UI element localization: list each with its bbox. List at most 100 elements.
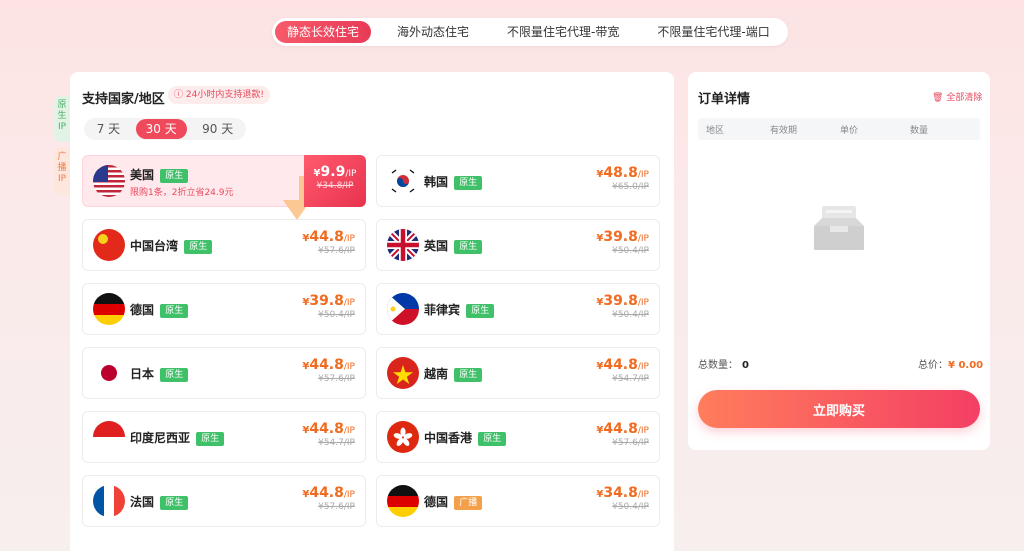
buy-now-button[interactable]: 立即购买 — [698, 390, 980, 428]
native-badge: 原生 — [196, 431, 225, 446]
tw-flag-icon — [93, 229, 125, 261]
currency: ¥ — [313, 168, 321, 179]
original-price: ¥57.6/IP — [318, 246, 355, 256]
period-selector: 7 天 30 天 90 天 — [84, 118, 246, 140]
price-block: ¥9.9/IP ¥34.8/IP — [304, 155, 366, 207]
order-table-header: 地区 有效期 单价 数量 — [698, 118, 980, 140]
total-price: 总价：¥ 0.00 — [918, 356, 983, 371]
total-quantity: 总数量： 0 — [698, 356, 749, 371]
price-unit: /IP — [637, 234, 649, 244]
country-name: 菲律宾 — [424, 303, 461, 317]
native-badge: 原生 — [478, 431, 507, 446]
refund-note-text: 24小时内支持退款! — [185, 90, 264, 100]
ph-flag-icon — [387, 293, 419, 325]
country-name: 德国 — [130, 303, 155, 317]
country-name: 美国 — [130, 168, 155, 182]
hk-flag-icon — [387, 421, 419, 453]
promo-text: 限购1条，2折立省24.9元 — [130, 188, 234, 198]
broadcast-badge: 广播 — [454, 495, 483, 510]
price-unit: /IP — [343, 490, 355, 500]
original-price: ¥50.4/IP — [612, 246, 649, 256]
price-unit: /IP — [637, 170, 649, 180]
current-price: 39.8 — [603, 229, 638, 245]
price-unit: /IP — [343, 362, 355, 372]
country-name: 印度尼西亚 — [130, 431, 191, 445]
native-badge: 原生 — [160, 495, 189, 510]
country-card-kr[interactable]: 韩国 原生 ¥48.8/IP ¥65.0/IP — [376, 155, 660, 207]
country-card-id[interactable]: 印度尼西亚 原生 ¥44.8/IP ¥54.7/IP — [82, 411, 366, 463]
country-panel-title: 支持国家/地区 — [82, 92, 165, 107]
country-card-tw[interactable]: 中国台湾 原生 ¥44.8/IP ¥57.6/IP — [82, 219, 366, 271]
country-card-vn[interactable]: 越南 原生 ¥44.8/IP ¥54.7/IP — [376, 347, 660, 399]
price-block: ¥44.8/IP ¥57.6/IP — [302, 485, 355, 512]
tab-unlimited-bandwidth[interactable]: 不限量住宅代理-带宽 — [495, 21, 631, 43]
de-flag-icon — [387, 485, 419, 517]
country-name: 中国香港 — [424, 431, 473, 445]
price-block: ¥44.8/IP ¥57.6/IP — [302, 357, 355, 384]
vn-flag-icon — [387, 357, 419, 389]
column-quantity: 数量 — [910, 126, 929, 136]
original-price: ¥57.6/IP — [612, 438, 649, 448]
current-price: 9.9 — [320, 164, 346, 180]
native-badge: 原生 — [454, 175, 483, 190]
jp-flag-icon — [93, 357, 125, 389]
country-card-us[interactable]: 美国 原生 限购1条，2折立省24.9元 ¥9.9/IP ¥34.8/IP — [82, 155, 366, 220]
empty-inbox-icon — [814, 206, 864, 250]
tab-unlimited-port[interactable]: 不限量住宅代理-端口 — [645, 21, 781, 43]
country-card-jp[interactable]: 日本 原生 ¥44.8/IP ¥57.6/IP — [82, 347, 366, 399]
de-flag-icon — [93, 293, 125, 325]
price-unit: /IP — [343, 426, 355, 436]
side-tab-native-ip[interactable]: 原生IP — [54, 96, 70, 142]
id-flag-icon — [93, 421, 125, 453]
price-block: ¥39.8/IP ¥50.4/IP — [596, 293, 649, 320]
price-unit: /IP — [343, 298, 355, 308]
column-region: 地区 — [706, 126, 725, 136]
period-30-days[interactable]: 30 天 — [135, 119, 187, 139]
country-name: 越南 — [424, 367, 449, 381]
price-block: ¥39.8/IP ¥50.4/IP — [596, 229, 649, 256]
price-block: ¥44.8/IP ¥54.7/IP — [302, 421, 355, 448]
price-block: ¥48.8/IP ¥65.0/IP — [596, 165, 649, 192]
fr-flag-icon — [93, 485, 125, 517]
current-price: 34.8 — [603, 485, 638, 501]
country-card-hk[interactable]: 中国香港 原生 ¥44.8/IP ¥57.6/IP — [376, 411, 660, 463]
country-name: 日本 — [130, 367, 155, 381]
native-badge: 原生 — [184, 239, 213, 254]
original-price: ¥50.4/IP — [612, 310, 649, 320]
country-name: 法国 — [130, 495, 155, 509]
period-90-days[interactable]: 90 天 — [192, 119, 243, 139]
tab-overseas-dynamic[interactable]: 海外动态住宅 — [385, 21, 481, 43]
country-card-ph[interactable]: 菲律宾 原生 ¥39.8/IP ¥50.4/IP — [376, 283, 660, 335]
price-unit: /IP — [637, 298, 649, 308]
country-card-fr[interactable]: 法国 原生 ¥44.8/IP ¥57.6/IP — [82, 475, 366, 527]
country-card-de-broadcast[interactable]: 德国 广播 ¥34.8/IP ¥50.4/IP — [376, 475, 660, 527]
price-unit: /IP — [637, 362, 649, 372]
original-price: ¥50.4/IP — [612, 502, 649, 512]
country-name: 韩国 — [424, 175, 449, 189]
native-badge: 原生 — [454, 367, 483, 382]
price-unit: /IP — [343, 234, 355, 244]
total-quantity-value: 0 — [742, 360, 749, 371]
country-card-gb[interactable]: 英国 原生 ¥39.8/IP ¥50.4/IP — [376, 219, 660, 271]
original-price: ¥34.8/IP — [316, 181, 354, 191]
column-validity: 有效期 — [770, 126, 798, 136]
current-price: 44.8 — [603, 357, 638, 373]
period-7-days[interactable]: 7 天 — [87, 119, 130, 139]
original-price: ¥57.6/IP — [318, 374, 355, 384]
country-name: 德国 — [424, 495, 449, 509]
info-icon: ⓘ — [174, 90, 184, 100]
original-price: ¥65.0/IP — [612, 182, 649, 192]
order-panel-title: 订单详情 — [698, 92, 751, 107]
current-price: 39.8 — [603, 293, 638, 309]
country-card-de[interactable]: 德国 原生 ¥39.8/IP ¥50.4/IP — [82, 283, 366, 335]
price-block: ¥44.8/IP ¥54.7/IP — [596, 357, 649, 384]
side-tab-broadcast-ip[interactable]: 广播IP — [54, 148, 70, 194]
refund-note: ⓘ 24小时内支持退款! — [168, 86, 270, 104]
kr-flag-icon — [387, 165, 419, 197]
price-block: ¥44.8/IP ¥57.6/IP — [596, 421, 649, 448]
original-price: ¥50.4/IP — [318, 310, 355, 320]
tab-static-residential[interactable]: 静态长效住宅 — [275, 21, 372, 43]
country-name: 英国 — [424, 239, 449, 253]
clear-all-button[interactable]: 🗑 全部清除 — [932, 90, 982, 103]
native-badge: 原生 — [160, 168, 189, 183]
